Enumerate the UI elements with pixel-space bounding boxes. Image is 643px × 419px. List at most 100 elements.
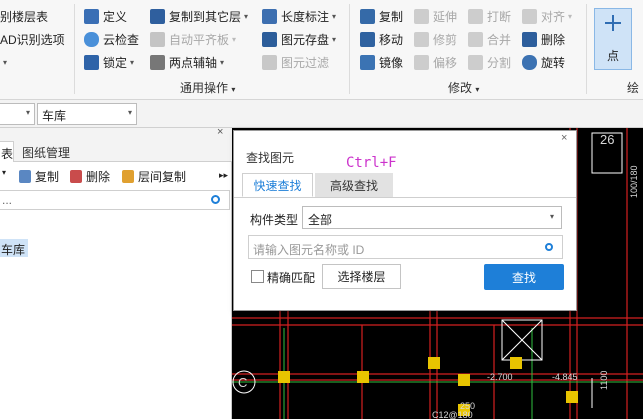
group-draw-label: 绘: [627, 81, 640, 95]
point-label: 点: [606, 49, 619, 63]
copy-to-floors-button[interactable]: 复制到其它层 ▾: [150, 6, 248, 26]
search-icon[interactable]: [545, 243, 553, 251]
floor-table-button[interactable]: 别楼层表: [0, 6, 48, 26]
close-icon[interactable]: ×: [561, 132, 567, 144]
panel-search-input[interactable]: ...: [0, 190, 230, 210]
select-floor-button[interactable]: 选择楼层: [322, 264, 401, 289]
break-icon: [468, 8, 483, 24]
trim-button[interactable]: 修剪: [414, 29, 457, 49]
length-dim-dropdown-icon: ▾: [332, 11, 337, 21]
separator: [74, 4, 75, 94]
category-select[interactable]: ▾: [0, 103, 35, 125]
find-element-dialog: × 查找图元 Ctrl+F 快速查找 高级查找 构件类型 全部 ▾ 请输入图元名…: [233, 130, 577, 311]
align-slab-dropdown-icon: ▾: [232, 34, 237, 44]
axis-icon: [150, 54, 165, 70]
copy-floors-label: 复制到其它层: [169, 9, 242, 24]
ruler-icon: [262, 8, 277, 24]
extend-button[interactable]: 延伸: [414, 6, 457, 26]
tree-item-garage[interactable]: 车库: [0, 239, 29, 257]
search-icon[interactable]: [211, 195, 220, 204]
copy-icon: [19, 169, 31, 183]
copy-label: 复制: [379, 9, 404, 24]
cad-options-button[interactable]: AD识别选项: [0, 29, 65, 49]
cloud-check-button[interactable]: 云检查: [84, 29, 139, 49]
panel-copy-button[interactable]: 复制: [19, 166, 59, 186]
axis-label-c: C: [238, 375, 247, 390]
align-slab-icon: [150, 31, 165, 47]
filter-icon: [262, 54, 277, 70]
tab-quick-find[interactable]: 快速查找: [242, 173, 313, 197]
move-button[interactable]: 移动: [360, 29, 403, 49]
auto-align-slab-button[interactable]: 自动平齐板 ▾: [150, 29, 236, 49]
axis-dropdown-icon: ▾: [220, 57, 225, 67]
copy-floors-dropdown-icon: ▾: [244, 11, 249, 21]
group-general-label: 通用操作 ▾: [180, 81, 236, 95]
move-label: 移动: [379, 32, 404, 47]
more-icon[interactable]: ▸▸: [219, 170, 228, 181]
break-button[interactable]: 打断: [468, 6, 511, 26]
define-label: 定义: [103, 9, 128, 24]
delete-label: 删除: [86, 169, 111, 184]
element-search-input[interactable]: 请输入图元名称或 ID: [248, 235, 563, 259]
exact-match-checkbox[interactable]: [251, 270, 264, 283]
rotate-button[interactable]: 旋转: [522, 52, 565, 72]
cloud-icon: [84, 31, 99, 47]
floor-copy-button[interactable]: 层间复制: [122, 166, 186, 186]
panel-tabs: 表 图纸管理: [0, 140, 232, 162]
two-point-axis-button[interactable]: 两点辅轴 ▾: [150, 52, 224, 72]
elevation-label-2700: -2.700: [487, 372, 513, 382]
offset-button[interactable]: 偏移: [414, 52, 457, 72]
split-button[interactable]: 分割: [468, 52, 511, 72]
lock-label: 锁定: [103, 55, 128, 70]
save-element-dropdown-icon: ▾: [332, 34, 337, 44]
copy-icon: [360, 8, 375, 24]
offset-label: 偏移: [433, 55, 458, 70]
search-value: ...: [2, 193, 13, 207]
search-placeholder: 请输入图元名称或 ID: [253, 243, 365, 257]
mirror-icon: [360, 54, 375, 70]
element-filter-button[interactable]: 图元过滤: [262, 52, 329, 72]
align-button[interactable]: 对齐 ▾: [522, 6, 572, 26]
save-element-button[interactable]: 图元存盘 ▾: [262, 29, 336, 49]
copy-label: 复制: [35, 169, 60, 184]
mirror-label: 镜像: [379, 55, 404, 70]
dialog-titlebar: ×: [234, 131, 576, 145]
floor-select[interactable]: 车库 ▾: [37, 103, 137, 125]
ribbon: 别楼层表 AD识别选项 ▾ 定义 云检查 锁定 ▾ 复制到其它层 ▾ 自动平齐板 ▾ …: [0, 0, 643, 100]
align-label: 对齐: [541, 9, 566, 24]
element-type-label: 构件类型: [250, 213, 299, 227]
two-point-axis-label: 两点辅轴: [169, 55, 218, 70]
element-type-value: 全部: [308, 213, 333, 227]
axis-label-26: 26: [600, 132, 614, 147]
define-button[interactable]: 定义: [84, 6, 127, 26]
lock-button[interactable]: 锁定 ▾: [84, 52, 134, 72]
tab-table[interactable]: 表: [0, 141, 14, 162]
find-button[interactable]: 查找: [484, 264, 564, 290]
elevation-label-4845: -4.845: [552, 372, 578, 382]
floor-copy-label: 层间复制: [138, 169, 187, 184]
merge-icon: [468, 31, 483, 47]
delete-button[interactable]: 删除: [522, 29, 565, 49]
mirror-button[interactable]: 镜像: [360, 52, 403, 72]
offset-icon: [414, 54, 429, 70]
floor-copy-icon: [122, 169, 134, 183]
trim-label: 修剪: [433, 32, 458, 47]
chevron-down-icon[interactable]: ▾: [2, 168, 6, 177]
tab-drawing-management[interactable]: 图纸管理: [18, 141, 80, 161]
cloud-check-label: 云检查: [103, 32, 140, 47]
lock-icon: [84, 54, 99, 70]
merge-button[interactable]: 合并: [468, 29, 511, 49]
col0-dropdown[interactable]: ▾: [0, 52, 7, 72]
element-type-select[interactable]: 全部 ▾: [302, 206, 562, 229]
floor-value: 车库: [42, 109, 67, 123]
trim-icon: [414, 31, 429, 47]
rotate-icon: [522, 54, 537, 70]
length-dimension-button[interactable]: 长度标注 ▾: [262, 6, 336, 26]
tab-advanced-find[interactable]: 高级查找: [315, 173, 393, 197]
align-dropdown-icon: ▾: [568, 11, 573, 21]
panel-delete-button[interactable]: 删除: [70, 166, 110, 186]
copy-button[interactable]: 复制: [360, 6, 403, 26]
tab-divider: [234, 197, 576, 198]
point-draw-button[interactable]: 点: [594, 8, 632, 70]
close-icon[interactable]: ×: [217, 126, 223, 138]
